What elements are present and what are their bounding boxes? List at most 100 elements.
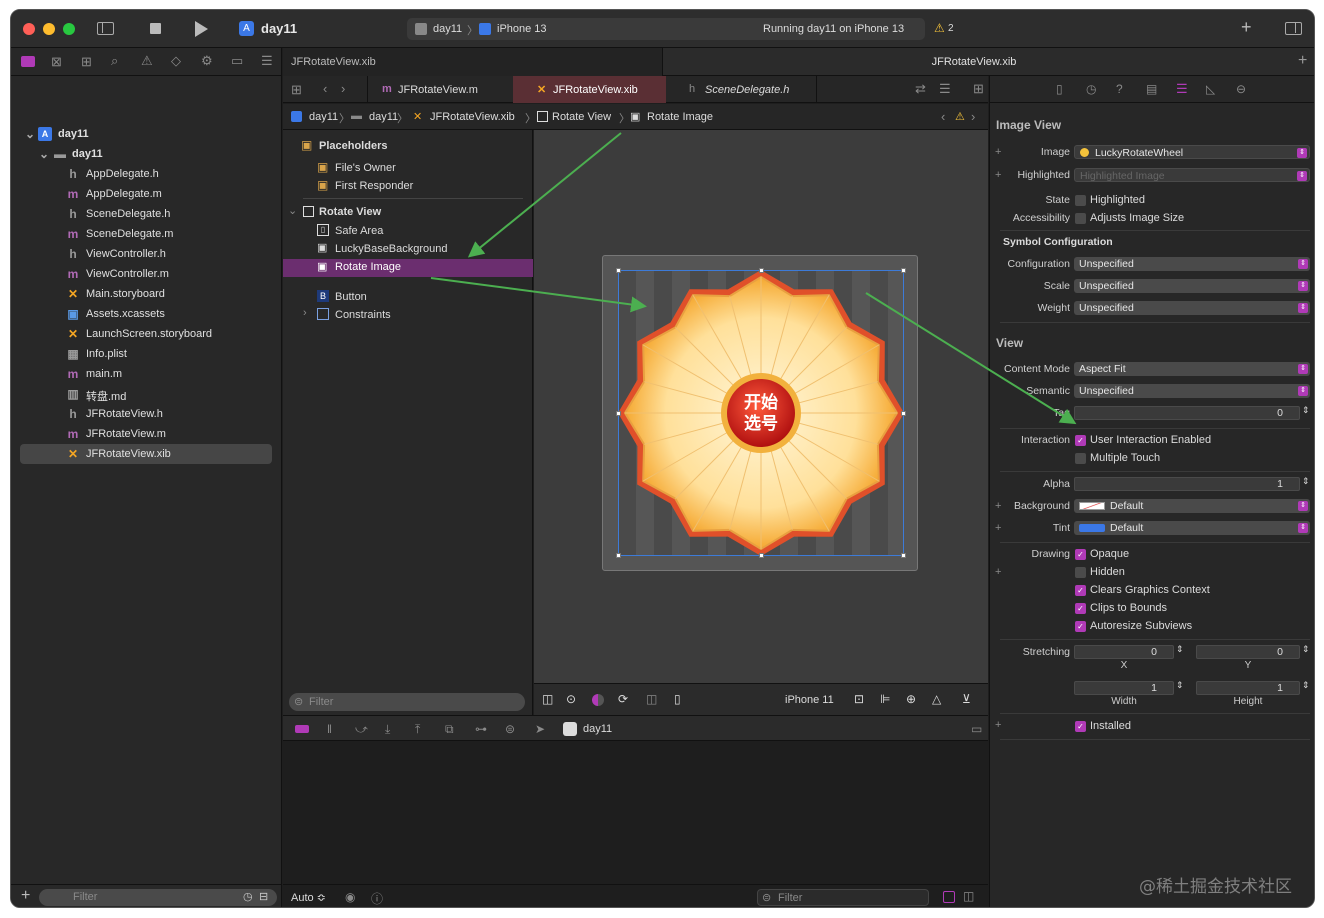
console-view-icon[interactable]: ◫ [963,889,974,903]
outline-filter-field[interactable]: ⊜ Filter [289,693,525,711]
swap-icon[interactable]: ⇄ [915,81,926,97]
resize-handle[interactable] [759,553,764,558]
configuration-popup[interactable]: Unspecified ⇕ [1074,257,1310,271]
debug-target-label[interactable]: day11 [583,723,612,735]
toggle-console-icon[interactable] [295,725,309,733]
dropdown-icon[interactable]: ⇕ [1298,281,1308,291]
source-control-icon[interactable]: ⊠ [51,54,62,70]
tag-field[interactable]: 0 [1074,406,1300,420]
zoom-window-button[interactable] [63,23,75,35]
breadcrumb-project[interactable]: day11 [309,111,338,123]
breadcrumb-group[interactable]: day11 [369,111,398,123]
background-popup[interactable]: Default ⇕ [1074,499,1310,513]
resize-handle[interactable] [616,268,621,273]
step-out-icon[interactable]: ⤒ [415,722,420,737]
identity-icon[interactable]: ▤ [1146,82,1157,96]
breadcrumb-view[interactable]: Rotate View [552,111,611,123]
variables-view-icon[interactable] [943,891,955,903]
test-icon[interactable]: ◇ [171,53,181,69]
run-icon[interactable] [195,21,208,37]
breadcrumb-image[interactable]: Rotate Image [647,111,713,123]
dropdown-icon[interactable]: ⇕ [1298,259,1308,269]
activity-viewer[interactable]: day11 〉 iPhone 13 Running day11 on iPhon… [407,18,925,40]
nav-file-item[interactable]: m SceneDelegate.m [11,224,282,244]
scm-filter-icon[interactable]: ⊟ [259,890,268,903]
accessibility-icon[interactable]: ⊙ [566,692,576,706]
sidebar-toggle-icon[interactable] [97,22,114,35]
opaque-checkbox[interactable]: ✓ [1075,549,1086,560]
outline-toggle-icon[interactable]: ◫ [542,692,553,706]
resize-handle[interactable] [901,553,906,558]
installed-checkbox[interactable]: ✓ [1075,721,1086,732]
update-frames-icon[interactable]: ⊡ [854,692,864,706]
recent-files-icon[interactable]: ◷ [243,890,253,903]
warning-icon[interactable]: ⚠ [955,110,965,123]
connections-icon[interactable]: ⊖ [1236,82,1246,96]
scheme-name[interactable]: day11 [433,23,462,35]
info-icon[interactable]: ⓘ [371,890,383,907]
dropdown-icon[interactable]: ⇕ [1298,523,1308,533]
add-variation-icon[interactable]: + [995,719,1001,731]
hide-debug-icon[interactable]: ▭ [971,722,982,736]
breadcrumb-file[interactable]: JFRotateView.xib [430,111,515,123]
scale-popup[interactable]: Unspecified ⇕ [1074,279,1310,293]
add-constraints-icon[interactable]: ⊕ [906,692,916,706]
outline-row-selected[interactable]: ▣ Rotate Image [283,259,533,277]
console-mode-selector[interactable]: Auto ≎ [291,891,326,904]
step-in-icon[interactable]: ⤓ [385,722,390,737]
nav-file-item[interactable]: m JFRotateView.m [11,424,282,444]
stretch-y-field[interactable]: 0 [1196,645,1300,659]
next-issue-icon[interactable]: › [971,109,975,124]
device-icon[interactable]: ▯ [674,692,681,706]
nav-file-item[interactable]: ▥ 转盘.md [11,384,282,404]
stepper-icon[interactable]: ⇕ [1176,680,1184,691]
editor-options-icon[interactable]: ☰ [939,81,951,97]
ib-canvas[interactable]: 开始 选号 [534,130,988,683]
stepper-icon[interactable]: ⇕ [1302,476,1310,487]
related-items-icon[interactable]: ⊞ [291,82,302,98]
outline-rotate-image[interactable]: Rotate Image [335,261,401,273]
search-icon[interactable]: ⌕ [111,53,118,69]
breakpoint-icon[interactable]: ▭ [231,53,243,69]
clears-context-checkbox[interactable]: ✓ [1075,585,1086,596]
orientation-icon[interactable]: ⟳ [618,692,628,706]
dropdown-icon[interactable]: ⇕ [1298,501,1308,511]
outline-button[interactable]: Button [335,291,367,303]
dropdown-icon[interactable]: ⇕ [1298,386,1308,396]
stepper-icon[interactable]: ⇕ [1176,644,1184,655]
autoresize-checkbox[interactable]: ✓ [1075,621,1086,632]
align-icon[interactable]: ⊫ [880,692,890,706]
nav-file-item[interactable]: ▣ Assets.xcassets [11,304,282,324]
prev-issue-icon[interactable]: ‹ [941,109,945,124]
location-icon[interactable]: ➤ [535,722,545,736]
dropdown-icon[interactable]: ⇕ [1298,364,1308,374]
nav-group[interactable]: ⌄ ▬ day11 [11,144,282,164]
disclosure-down-icon[interactable]: ⌄ [37,147,51,161]
stepper-icon[interactable]: ⇕ [1302,405,1310,416]
memory-graph-icon[interactable]: ⊶ [475,722,487,736]
nav-file-item[interactable]: ✕ Main.storyboard [11,284,282,304]
breakpoints-toggle-icon[interactable]: ‖ [327,722,332,736]
outline-safe-area[interactable]: Safe Area [335,225,383,237]
dropdown-icon[interactable]: ⇕ [1297,148,1307,158]
semantic-popup[interactable]: Unspecified ⇕ [1074,384,1310,398]
outline-first-responder[interactable]: First Responder [335,180,413,192]
device-config-label[interactable]: iPhone 11 [785,694,834,706]
outline-constraints[interactable]: Constraints [335,309,391,321]
nav-file-item[interactable]: ▦ Info.plist [11,344,282,364]
nav-root[interactable]: ⌄ A day11 [11,124,282,144]
outline-files-owner[interactable]: File's Owner [335,162,396,174]
stepper-icon[interactable]: ⇕ [1302,644,1310,655]
view-hierarchy-icon[interactable]: ⧉ [445,722,454,737]
help-icon[interactable]: ? [1116,82,1123,96]
tint-popup[interactable]: Default ⇕ [1074,521,1310,535]
nav-file-item[interactable]: m main.m [11,364,282,384]
nav-file-item[interactable]: h JFRotateView.h [11,404,282,424]
editor-tab-3[interactable]: h SceneDelegate.h [667,76,817,103]
image-field[interactable]: LuckyRotateWheel ⇕ [1074,145,1310,159]
attributes-icon[interactable]: ☰ [1176,81,1188,97]
placeholders-header[interactable]: Placeholders [319,140,387,152]
layout-icon[interactable]: ◫ [646,692,657,706]
adjusts-image-size-checkbox[interactable] [1075,213,1086,224]
resolve-issues-icon[interactable]: △ [932,692,941,706]
